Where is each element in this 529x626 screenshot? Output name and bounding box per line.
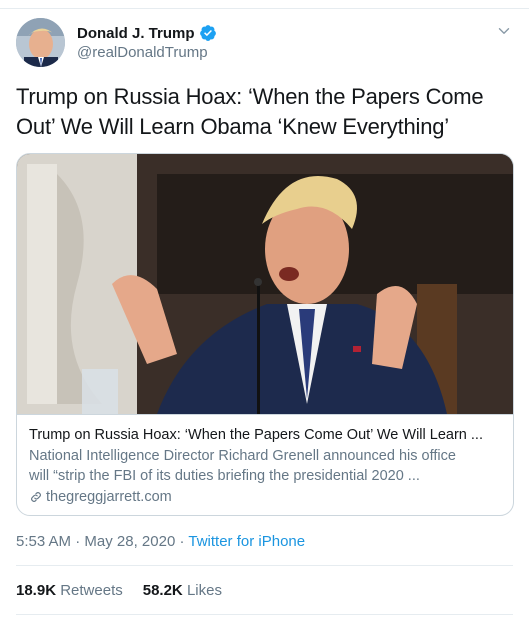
divider <box>16 614 513 615</box>
card-description-line: will “strip the FBI of its duties briefi… <box>29 468 420 484</box>
link-icon <box>31 492 41 502</box>
display-name[interactable]: Donald J. Trump <box>77 25 195 42</box>
tweet-meta: 5:53 AM · May 28, 2020 · Twitter for iPh… <box>16 533 305 550</box>
retweets-stat[interactable]: 18.9K Retweets <box>16 582 123 599</box>
meta-separator: · <box>179 533 185 550</box>
divider <box>16 565 513 566</box>
tweet-source-link[interactable]: Twitter for iPhone <box>188 533 305 550</box>
retweets-label: Retweets <box>60 582 123 599</box>
card-description: National Intelligence Director Richard G… <box>29 446 503 486</box>
retweets-count: 18.9K <box>16 582 57 599</box>
tweet-stats: 18.9K Retweets 58.2K Likes <box>16 582 222 599</box>
tweet-text: Trump on Russia Hoax: ‘When the Papers C… <box>16 84 484 139</box>
likes-count: 58.2K <box>142 582 183 599</box>
card-domain-text[interactable]: thegreggjarrett.com <box>46 487 172 507</box>
card-title[interactable]: Trump on Russia Hoax: ‘When the Papers C… <box>29 425 503 445</box>
meta-separator: · <box>75 533 81 550</box>
card-body[interactable]: Trump on Russia Hoax: ‘When the Papers C… <box>17 414 513 515</box>
tweet-date[interactable]: May 28, 2020 <box>84 533 175 550</box>
likes-label: Likes <box>186 582 222 599</box>
chevron-down-icon[interactable] <box>495 22 513 40</box>
link-card[interactable]: Trump on Russia Hoax: ‘When the Papers C… <box>16 153 514 516</box>
likes-stat[interactable]: 58.2K Likes <box>143 582 222 599</box>
avatar[interactable] <box>16 18 65 67</box>
top-divider <box>0 8 529 9</box>
card-domain[interactable]: thegreggjarrett.com <box>29 487 503 507</box>
card-image[interactable] <box>17 154 513 414</box>
verified-badge-icon <box>199 25 216 41</box>
card-description-line: National Intelligence Director Richard G… <box>29 448 456 464</box>
display-name-row[interactable]: Donald J. Trump <box>77 23 217 43</box>
handle[interactable]: @realDonaldTrump <box>77 44 217 61</box>
tweet-time[interactable]: 5:53 AM <box>16 533 71 550</box>
tweet-header: Donald J. Trump @realDonaldTrump <box>16 18 513 70</box>
